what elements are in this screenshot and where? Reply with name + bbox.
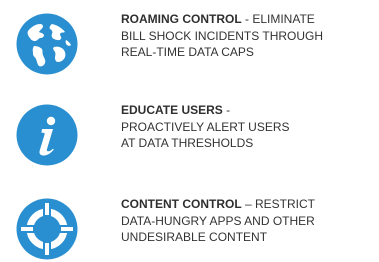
feature-desc-line1: ELIMINATE: [252, 12, 315, 26]
feature-desc-line3: REAL-TIME DATA CAPS: [121, 45, 254, 59]
feature-desc-line2: DATA-HUNGRY APPS AND OTHER: [121, 213, 315, 228]
globe-icon: [16, 13, 78, 75]
feature-desc-line2: BILL SHOCK INCIDENTS THROUGH: [121, 28, 324, 43]
feature-text: EDUCATE USERS - PROACTIVELY ALERT USERS …: [121, 102, 379, 152]
feature-text: ROAMING CONTROL - ELIMINATE BILL SHOCK I…: [121, 11, 379, 61]
feature-roaming-control: ROAMING CONTROL - ELIMINATE BILL SHOCK I…: [16, 11, 379, 77]
feature-separator: -: [222, 103, 231, 117]
feature-educate-users: EDUCATE USERS - PROACTIVELY ALERT USERS …: [16, 102, 379, 168]
feature-desc-line3: AT DATA THRESHOLDS: [121, 136, 254, 150]
info-icon: [16, 104, 78, 166]
feature-text: CONTENT CONTROL – RESTRICT DATA-HUNGRY A…: [121, 196, 379, 246]
feature-separator: –: [241, 197, 255, 211]
crosshair-icon: [16, 198, 78, 260]
feature-title: ROAMING CONTROL: [121, 12, 242, 26]
feature-desc-line1: RESTRICT: [255, 197, 315, 211]
feature-title: CONTENT CONTROL: [121, 197, 242, 211]
feature-desc-line3: UNDESIRABLE CONTENT: [121, 230, 268, 244]
feature-desc-line2: PROACTIVELY ALERT USERS: [121, 119, 290, 134]
feature-content-control: CONTENT CONTROL – RESTRICT DATA-HUNGRY A…: [16, 196, 379, 262]
feature-title: EDUCATE USERS: [121, 103, 223, 117]
feature-separator: -: [241, 12, 253, 26]
